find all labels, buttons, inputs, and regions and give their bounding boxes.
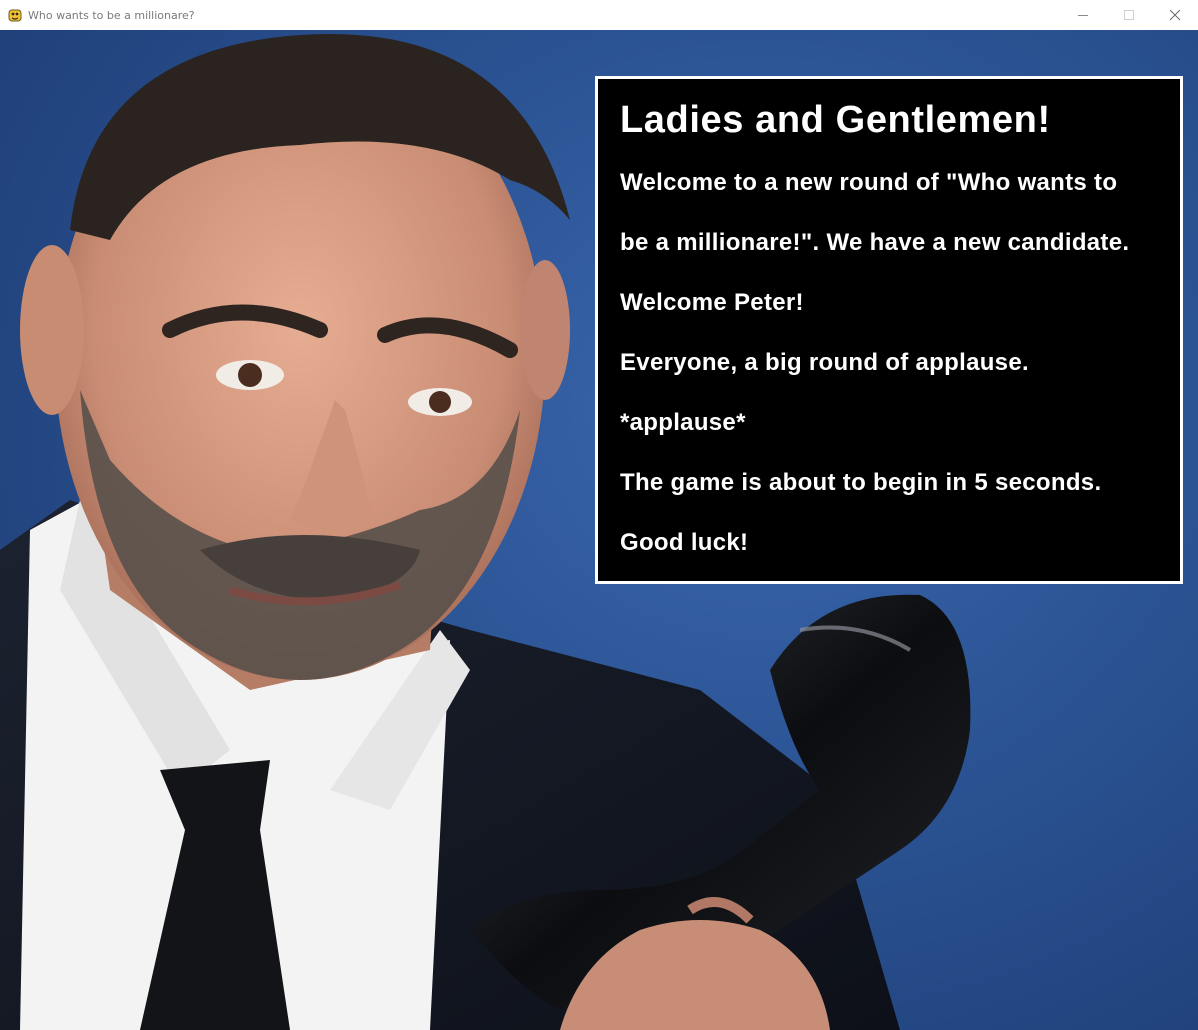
- pygame-snake-icon: [7, 7, 23, 23]
- dialog-line: Good luck!: [620, 529, 749, 556]
- window-titlebar: Who wants to be a millionare?: [0, 0, 1198, 30]
- minimize-icon: [1078, 15, 1088, 16]
- host-dialog-box: Ladies and Gentlemen! Welcome to a new r…: [595, 76, 1183, 584]
- window-controls: [1060, 0, 1198, 30]
- dialog-line: Welcome to a new round of "Who wants to: [620, 169, 1118, 196]
- maximize-button[interactable]: [1106, 0, 1152, 30]
- close-icon: [1169, 9, 1181, 21]
- dialog-line: Everyone, a big round of applause.: [620, 349, 1029, 376]
- minimize-button[interactable]: [1060, 0, 1106, 30]
- window-title: Who wants to be a millionare?: [28, 8, 195, 22]
- close-button[interactable]: [1152, 0, 1198, 30]
- dialog-line: Welcome Peter!: [620, 289, 804, 316]
- maximize-icon: [1124, 10, 1134, 20]
- game-scene: Ladies and Gentlemen! Welcome to a new r…: [0, 30, 1198, 1030]
- dialog-line: *applause*: [620, 409, 746, 436]
- dialog-heading: Ladies and Gentlemen!: [620, 99, 1051, 141]
- dialog-line: The game is about to begin in 5 seconds.: [620, 469, 1102, 496]
- dialog-line: be a millionare!". We have a new candida…: [620, 229, 1130, 256]
